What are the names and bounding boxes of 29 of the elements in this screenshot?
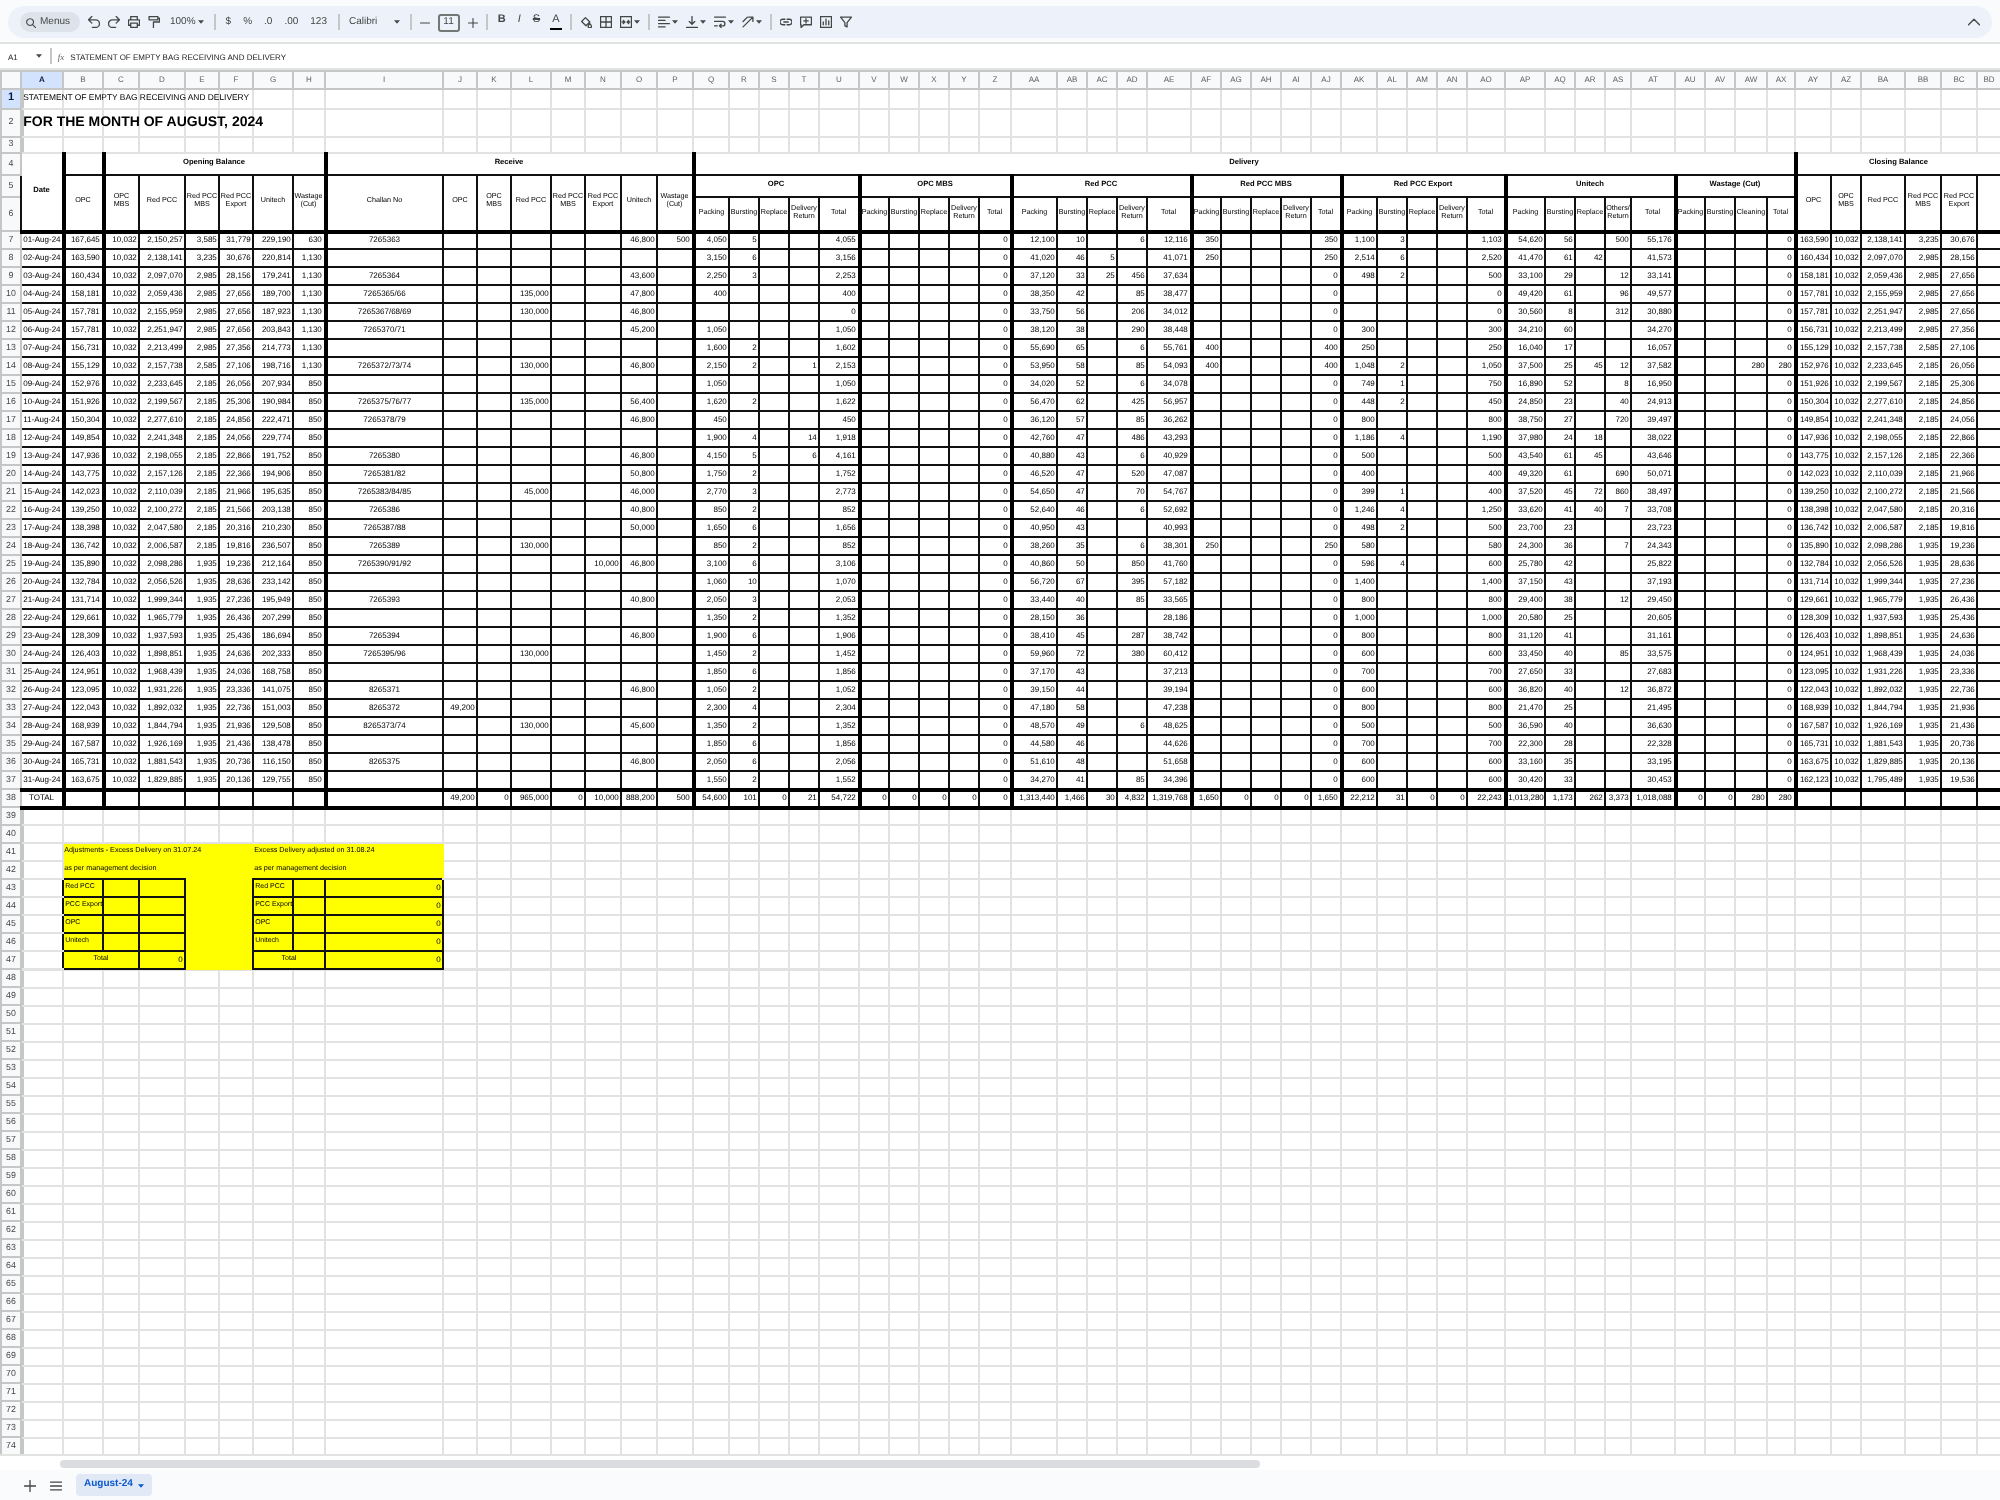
print-icon[interactable] — [128, 16, 140, 28]
undo-icon[interactable] — [88, 16, 100, 28]
caret-icon — [35, 54, 42, 58]
chart-icon[interactable] — [819, 16, 832, 28]
search-icon — [26, 17, 36, 27]
caret-icon — [755, 20, 762, 24]
align-bottom-icon[interactable] — [685, 16, 698, 28]
caret-icon — [699, 20, 706, 24]
caret-icon — [727, 20, 734, 24]
caret-icon — [138, 1483, 145, 1487]
caret-icon — [633, 20, 640, 24]
borders-icon[interactable] — [599, 16, 612, 28]
plus-icon[interactable] — [467, 17, 478, 27]
fill-color-icon[interactable] — [579, 16, 592, 28]
redo-icon[interactable] — [108, 16, 120, 28]
text-rotate-icon[interactable] — [741, 16, 754, 28]
chevron-up-icon[interactable] — [1968, 18, 1980, 26]
caret-icon — [393, 20, 400, 24]
caret-icon — [197, 20, 204, 24]
align-left-icon[interactable] — [657, 16, 670, 28]
plus-icon[interactable] — [24, 1479, 36, 1491]
caret-icon — [671, 20, 678, 24]
filter-icon[interactable] — [839, 16, 852, 28]
menu-icon[interactable] — [50, 1479, 62, 1491]
link-icon[interactable] — [779, 16, 792, 28]
comment-icon[interactable] — [799, 16, 812, 28]
merge-cells-icon[interactable] — [619, 16, 632, 28]
paint-format-icon[interactable] — [148, 16, 160, 28]
text-wrap-icon[interactable] — [713, 16, 726, 28]
